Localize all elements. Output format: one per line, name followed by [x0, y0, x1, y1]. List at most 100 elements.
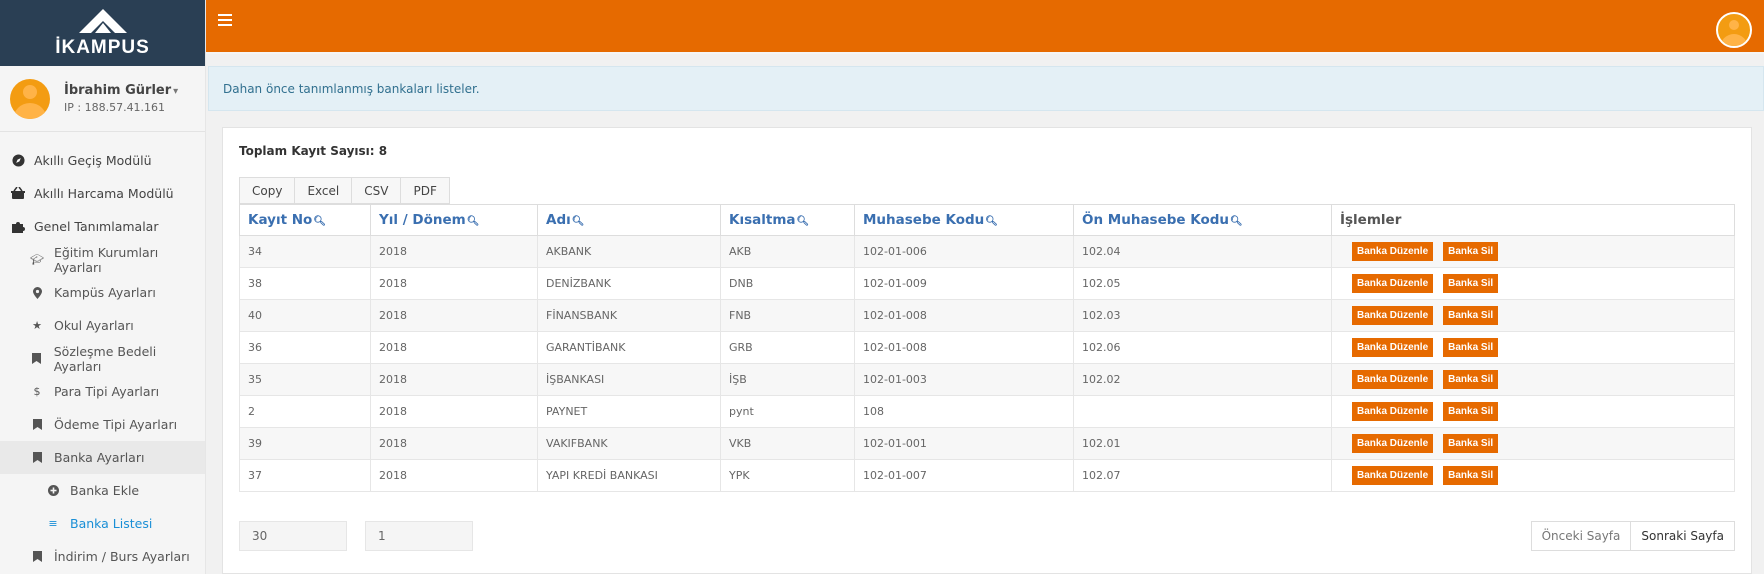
sidebar: İKAMPUS İbrahim Gürler ▾ IP : 188.57.41.1… — [0, 0, 206, 574]
sidebar-item-banka-ayarlari[interactable]: Banka Ayarları — [0, 441, 205, 474]
info-alert: Dahan önce tanımlanmış bankaları listele… — [208, 66, 1764, 111]
sidebar-item-label: Banka Listesi — [70, 516, 153, 531]
table-cell: 2018 — [370, 235, 538, 268]
sidebar-item-egitim-kurumlari[interactable]: 🎓︎ Eğitim Kurumları Ayarları — [0, 243, 205, 276]
table-cell: 102-01-001 — [854, 427, 1074, 460]
table-cell: 102.07 — [1073, 459, 1332, 492]
table-cell: GRB — [720, 331, 855, 364]
table-cell: İŞBANKASI — [537, 363, 721, 396]
sidebar-item-label: Banka Ekle — [70, 483, 140, 498]
column-header-on-muhasebe-kodu[interactable]: Ön Muhasebe Kodu🔍︎ — [1073, 204, 1332, 236]
table-cell: GARANTİBANK — [537, 331, 721, 364]
delete-bank-button[interactable]: Banka Sil — [1443, 466, 1499, 485]
table-cell: 39 — [239, 427, 371, 460]
csv-button[interactable]: CSV — [352, 177, 402, 204]
row-actions: Banka Düzenle Banka Sil — [1331, 299, 1735, 332]
caret-down-icon: ▾ — [173, 86, 179, 97]
edit-bank-button[interactable]: Banka Düzenle — [1352, 466, 1434, 485]
dollar-icon: $ — [33, 385, 41, 398]
table-cell: 102.03 — [1073, 299, 1332, 332]
sidebar-item-label: Eğitim Kurumları Ayarları — [53, 244, 159, 275]
sidebar-item-odeme-tipi[interactable]: Ödeme Tipi Ayarları — [0, 408, 205, 441]
table-body: 34 2018 AKBANK AKB 102-01-006 102.04 Banka Düz… — [239, 235, 1735, 492]
table-cell: 2018 — [370, 267, 538, 300]
delete-bank-button[interactable]: Banka Sil — [1443, 306, 1499, 325]
table-cell: VAKIFBANK — [537, 427, 721, 460]
edit-bank-button[interactable]: Banka Düzenle — [1352, 434, 1434, 453]
table-cell: 102.01 — [1073, 427, 1332, 460]
sidebar-item-indirim-burs[interactable]: İndirim / Burs Ayarları — [0, 540, 205, 573]
table-header-row: Kayıt No🔍︎ Yıl / Dönem🔍︎ Adı🔍︎ Kısaltma🔍… — [239, 204, 1735, 236]
table-row: 36 2018 GARANTİBANK GRB 102-01-008 102.06 Bank… — [239, 331, 1735, 364]
sidebar-item-akilli-harcama[interactable]: Akıllı Harcama Modülü — [0, 177, 205, 210]
delete-bank-button[interactable]: Banka Sil — [1443, 274, 1499, 293]
table-cell: 36 — [239, 331, 371, 364]
sidebar-item-banka-listesi[interactable]: ≡ Banka Listesi — [0, 507, 205, 540]
sidebar-item-genel-tanimlamalar[interactable]: Genel Tanımlamalar — [0, 210, 205, 243]
table-cell: YAPI KREDİ BANKASI — [537, 459, 721, 492]
user-name[interactable]: İbrahim Gürler ▾ — [64, 83, 178, 98]
delete-bank-button[interactable]: Banka Sil — [1443, 402, 1499, 421]
sidebar-item-sozlesme[interactable]: Sözleşme Bedeli Ayarları — [0, 342, 205, 375]
edit-bank-button[interactable]: Banka Düzenle — [1352, 338, 1434, 357]
table-cell: 34 — [239, 235, 371, 268]
column-header-kayit-no[interactable]: Kayıt No🔍︎ — [239, 204, 371, 236]
avatar[interactable] — [1716, 12, 1752, 48]
map-marker-icon — [30, 286, 44, 299]
table-row: 40 2018 FİNANSBANK FNB 102-01-008 102.03 Banka… — [239, 299, 1735, 332]
edit-bank-button[interactable]: Banka Düzenle — [1352, 274, 1434, 293]
table-cell: AKBANK — [537, 235, 721, 268]
sidebar-item-akilli-gecis[interactable]: Akıllı Geçiş Modülü — [0, 144, 205, 177]
delete-bank-button[interactable]: Banka Sil — [1443, 434, 1499, 453]
next-page-button[interactable]: Sonraki Sayfa — [1631, 521, 1735, 551]
table-row: 37 2018 YAPI KREDİ BANKASI YPK 102-01-007 102… — [239, 459, 1735, 492]
sidebar-item-para-tipi[interactable]: $ Para Tipi Ayarları — [0, 375, 205, 408]
table-cell: 2018 — [370, 459, 538, 492]
hamburger-menu-icon[interactable] — [218, 14, 232, 26]
row-actions: Banka Düzenle Banka Sil — [1331, 363, 1735, 396]
column-header-muhasebe-kodu[interactable]: Muhasebe Kodu🔍︎ — [854, 204, 1074, 236]
copy-button[interactable]: Copy — [239, 177, 296, 204]
edit-bank-button[interactable]: Banka Düzenle — [1352, 306, 1434, 325]
column-header-kisaltma[interactable]: Kısaltma🔍︎ — [720, 204, 855, 236]
sidebar-item-banka-ekle[interactable]: Banka Ekle — [0, 474, 205, 507]
table-cell: 102.06 — [1073, 331, 1332, 364]
table-row: 35 2018 İŞBANKASI İŞB 102-01-003 102.02 Banka … — [239, 363, 1735, 396]
bookmark-icon — [30, 353, 44, 364]
sidebar-menu: Akıllı Geçiş Modülü Akıllı Harcama Modül… — [0, 132, 205, 573]
delete-bank-button[interactable]: Banka Sil — [1443, 338, 1499, 357]
user-ip: IP : 188.57.41.161 — [64, 101, 166, 114]
page-number-field[interactable]: 1 — [365, 521, 473, 551]
bookmark-icon — [30, 419, 44, 430]
edit-bank-button[interactable]: Banka Düzenle — [1352, 242, 1434, 261]
logo[interactable]: İKAMPUS — [0, 0, 205, 66]
bank-list-panel: Toplam Kayıt Sayısı: 8 Copy Excel CSV PD… — [222, 127, 1752, 574]
user-profile[interactable]: İbrahim Gürler ▾ IP : 188.57.41.161 — [0, 66, 205, 132]
edit-bank-button[interactable]: Banka Düzenle — [1352, 402, 1434, 421]
edit-bank-button[interactable]: Banka Düzenle — [1352, 370, 1434, 389]
brand-name: İKAMPUS — [55, 37, 150, 58]
table-cell: 102-01-006 — [854, 235, 1074, 268]
table-row: 38 2018 DENİZBANK DNB 102-01-009 102.05 Banka … — [239, 267, 1735, 300]
column-header-adi[interactable]: Adı🔍︎ — [537, 204, 721, 236]
page-size-field[interactable]: 30 — [239, 521, 347, 551]
pdf-button[interactable]: PDF — [401, 177, 450, 204]
table-cell: 38 — [239, 267, 371, 300]
search-icon: 🔍︎ — [985, 216, 998, 227]
delete-bank-button[interactable]: Banka Sil — [1443, 242, 1499, 261]
excel-button[interactable]: Excel — [295, 177, 353, 204]
bookmark-icon — [30, 551, 44, 562]
search-icon: 🔍︎ — [1230, 216, 1243, 227]
delete-bank-button[interactable]: Banka Sil — [1443, 370, 1499, 389]
sidebar-item-label: Para Tipi Ayarları — [54, 384, 160, 399]
sidebar-item-okul[interactable]: ★ Okul Ayarları — [0, 309, 205, 342]
sidebar-item-label: Akıllı Geçiş Modülü — [34, 153, 152, 168]
column-header-yil-donem[interactable]: Yıl / Dönem🔍︎ — [370, 204, 538, 236]
table-cell — [1073, 395, 1332, 428]
table-cell: 108 — [854, 395, 1074, 428]
sidebar-item-kampus[interactable]: Kampüs Ayarları — [0, 276, 205, 309]
bank-table: Kayıt No🔍︎ Yıl / Dönem🔍︎ Adı🔍︎ Kısaltma🔍… — [239, 204, 1735, 492]
previous-page-button[interactable]: Önceki Sayfa — [1530, 521, 1632, 551]
table-cell: 102.02 — [1073, 363, 1332, 396]
table-cell: DNB — [720, 267, 855, 300]
